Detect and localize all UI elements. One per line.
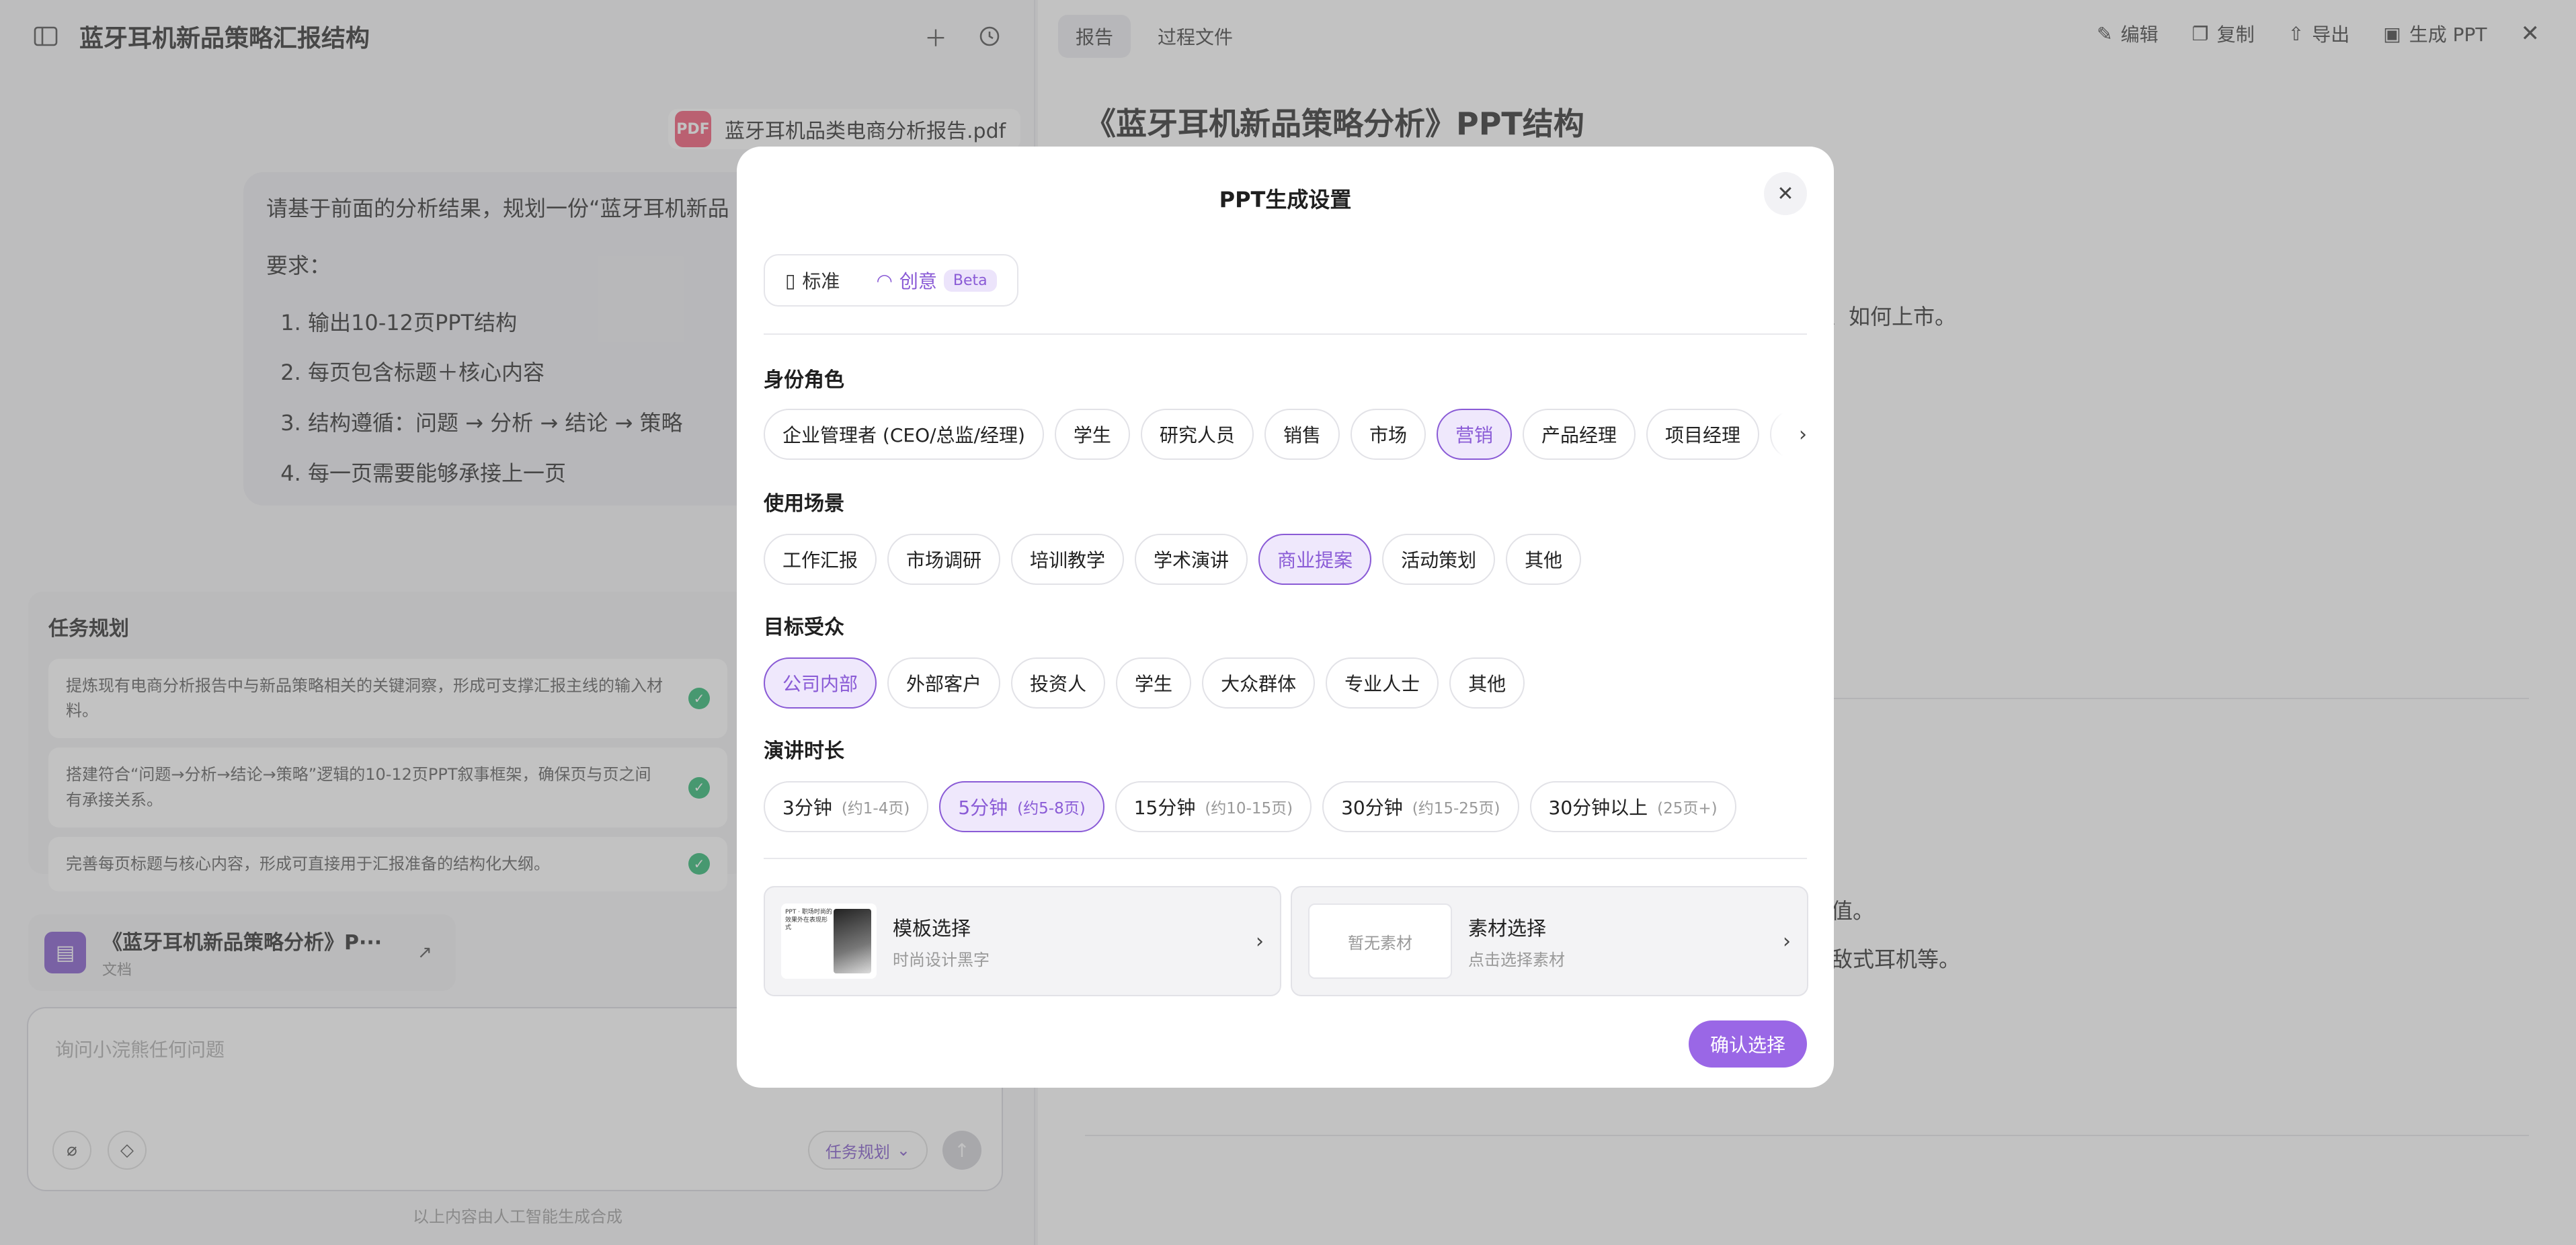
duration-label: 5分钟 — [958, 797, 1008, 819]
duration-label: 15分钟 — [1133, 797, 1196, 819]
role-option[interactable]: 研究人员 — [1140, 409, 1254, 460]
duration-option[interactable]: 30分钟以上 (25页+) — [1529, 781, 1736, 832]
dialog-title: PPT生成设置 — [1219, 187, 1352, 212]
role-option[interactable]: 学生 — [1054, 409, 1130, 460]
duration-option[interactable]: 30分钟 (约15-25页) — [1322, 781, 1519, 832]
beta-badge: Beta — [943, 269, 997, 292]
scene-option[interactable]: 其他 — [1506, 534, 1582, 585]
role-option[interactable]: 项目经理 — [1646, 409, 1760, 460]
palette-icon: ◠ — [876, 269, 893, 292]
audience-option[interactable]: 投资人 — [1011, 657, 1106, 709]
template-thumbnail: PPT · 职场时尚的效果外在表现形式 — [781, 903, 877, 979]
scene-option[interactable]: 市场调研 — [887, 534, 1001, 585]
template-figure — [834, 909, 871, 973]
template-subtitle: 时尚设计黑字 — [893, 950, 990, 969]
duration-section-label: 演讲时长 — [764, 739, 844, 763]
role-option[interactable]: 销售 — [1264, 409, 1340, 460]
chevron-right-icon: › — [1783, 929, 1791, 953]
duration-pages: (约15-25页) — [1412, 800, 1500, 817]
audience-option-selected[interactable]: 公司内部 — [764, 657, 877, 709]
role-option[interactable]: 市场 — [1350, 409, 1426, 460]
chevron-right-icon: › — [1256, 929, 1264, 953]
divider — [764, 333, 1807, 335]
duration-option[interactable]: 3分钟 (约1-4页) — [764, 781, 929, 832]
scene-option[interactable]: 培训教学 — [1011, 534, 1125, 585]
material-selector[interactable]: 暂无素材 素材选择 点击选择素材 › — [1291, 886, 1808, 996]
duration-label: 3分钟 — [782, 797, 832, 819]
role-option[interactable]: 企业管理者 (CEO/总监/经理) — [764, 409, 1044, 460]
confirm-button[interactable]: 确认选择 — [1688, 1020, 1807, 1068]
material-title: 素材选择 — [1468, 916, 1547, 940]
scroll-right-icon[interactable]: › — [1767, 409, 1807, 460]
audience-option[interactable]: 学生 — [1116, 657, 1192, 709]
material-text: 素材选择 点击选择素材 — [1468, 913, 1565, 970]
phone-icon: ▯ — [785, 269, 796, 292]
material-empty-placeholder: 暂无素材 — [1308, 903, 1452, 979]
duration-pages: (约10-15页) — [1205, 800, 1293, 817]
audience-options: 公司内部 外部客户 投资人 学生 大众群体 专业人士 其他 — [764, 657, 1807, 709]
close-icon[interactable]: ✕ — [1764, 172, 1807, 215]
mode-switch: ▯ 标准 ◠ 创意 Beta — [764, 254, 1018, 307]
duration-pages: (约5-8页) — [1017, 800, 1086, 817]
app-root: 蓝牙耳机新品策略汇报结构 ＋ PDF 蓝牙耳机品类电商分析报告.pdf 请基于前… — [0, 0, 2576, 1245]
audience-option[interactable]: 其他 — [1449, 657, 1525, 709]
scene-option[interactable]: 工作汇报 — [764, 534, 877, 585]
ppt-settings-dialog: PPT生成设置 ✕ ▯ 标准 ◠ 创意 Beta 身份角色 企业管理者 (CEO… — [737, 147, 1834, 1088]
duration-options: 3分钟 (约1-4页) 5分钟 (约5-8页) 15分钟 (约10-15页) 30分钟… — [764, 781, 1807, 832]
audience-option[interactable]: 大众群体 — [1202, 657, 1316, 709]
duration-pages: (25页+) — [1657, 800, 1718, 817]
mode-creative-label: 创意 — [899, 270, 937, 292]
duration-option-selected[interactable]: 5分钟 (约5-8页) — [939, 781, 1104, 832]
duration-option[interactable]: 15分钟 (约10-15页) — [1115, 781, 1312, 832]
duration-label: 30分钟 — [1341, 797, 1403, 819]
scene-options: 工作汇报 市场调研 培训教学 学术演讲 商业提案 活动策划 其他 — [764, 534, 1807, 585]
scene-section-label: 使用场景 — [764, 492, 844, 516]
template-text: 模板选择 时尚设计黑字 — [893, 913, 990, 970]
role-options: 企业管理者 (CEO/总监/经理) 学生 研究人员 销售 市场 营销 产品经理 … — [764, 409, 1794, 460]
mode-standard[interactable]: ▯ 标准 — [769, 259, 856, 302]
audience-option[interactable]: 外部客户 — [887, 657, 1001, 709]
template-thumbnail-text: PPT · 职场时尚的效果外在表现形式 — [785, 909, 832, 932]
scene-option[interactable]: 活动策划 — [1382, 534, 1496, 585]
duration-label: 30分钟以上 — [1548, 797, 1648, 819]
template-title: 模板选择 — [893, 916, 971, 940]
mode-standard-label: 标准 — [802, 270, 840, 292]
template-selector[interactable]: PPT · 职场时尚的效果外在表现形式 模板选择 时尚设计黑字 › — [764, 886, 1281, 996]
material-subtitle: 点击选择素材 — [1468, 950, 1565, 969]
scene-option-selected[interactable]: 商业提案 — [1258, 534, 1372, 585]
role-option[interactable]: 产品经理 — [1522, 409, 1636, 460]
scene-option[interactable]: 学术演讲 — [1135, 534, 1248, 585]
role-option-selected[interactable]: 营销 — [1436, 409, 1512, 460]
role-section-label: 身份角色 — [764, 368, 844, 392]
audience-section-label: 目标受众 — [764, 616, 844, 639]
duration-pages: (约1-4页) — [841, 800, 910, 817]
audience-option[interactable]: 专业人士 — [1326, 657, 1439, 709]
divider — [764, 858, 1807, 859]
mode-creative[interactable]: ◠ 创意 Beta — [860, 259, 1012, 302]
